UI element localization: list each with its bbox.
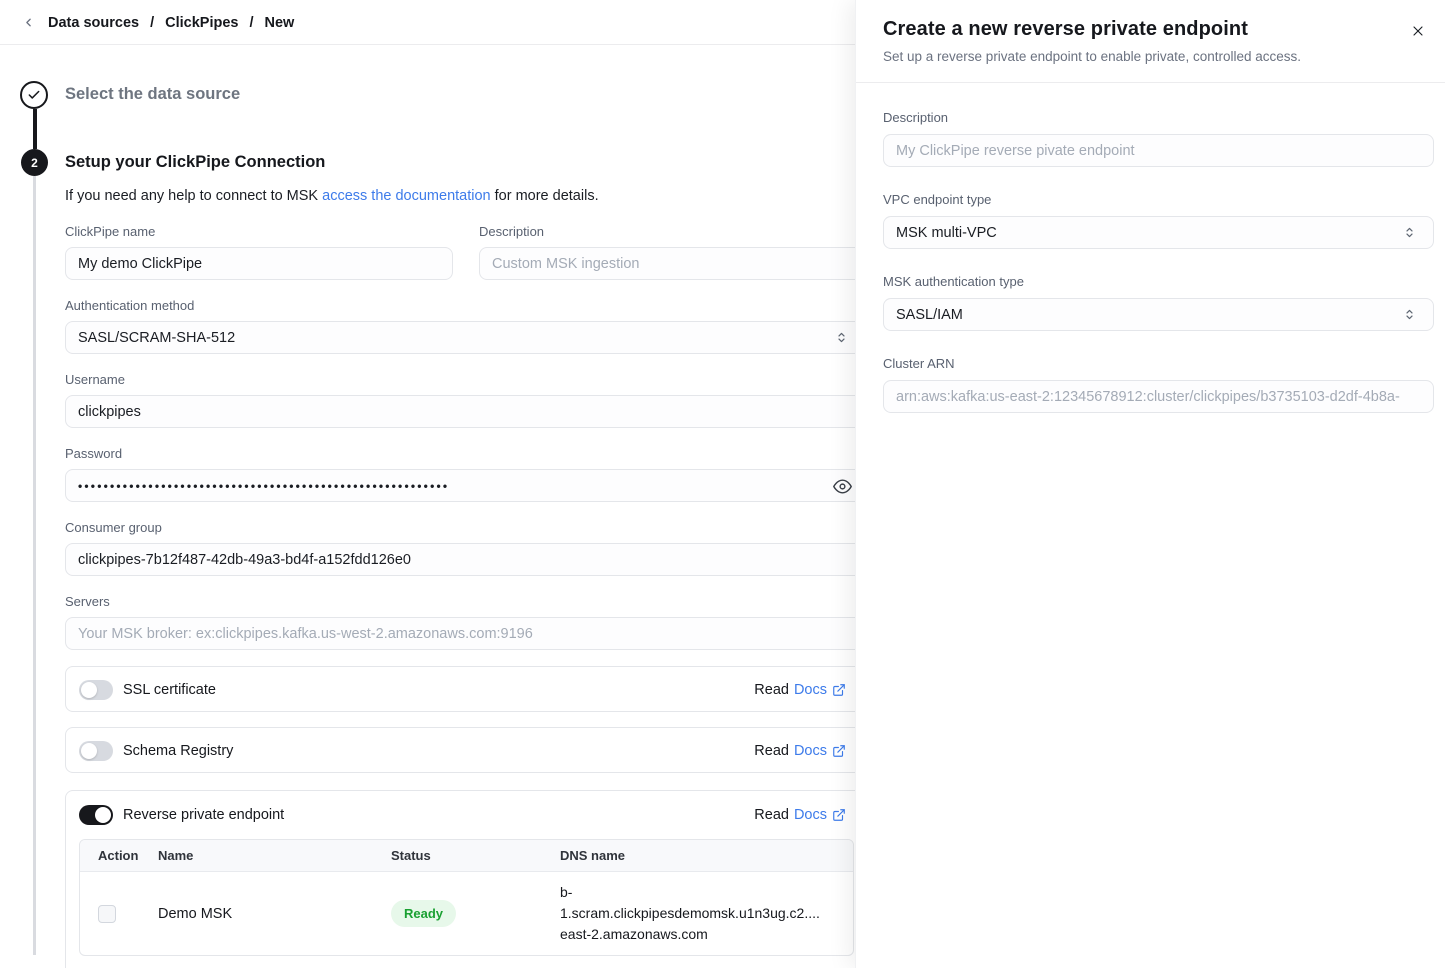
msk-auth-type-select[interactable]: SASL/IAM xyxy=(883,298,1434,331)
schema-read-docs: Read Docs xyxy=(754,728,846,774)
docs-link[interactable]: Docs xyxy=(794,682,827,698)
consumer-group-input[interactable] xyxy=(65,543,866,576)
ssl-certificate-label: SSL certificate xyxy=(123,682,216,698)
docs-link[interactable]: Docs xyxy=(794,743,827,759)
reverse-endpoint-toggle[interactable] xyxy=(79,805,113,825)
read-label: Read xyxy=(754,807,789,823)
column-header-status: Status xyxy=(391,848,560,863)
ssl-read-docs: Read Docs xyxy=(754,667,846,713)
column-header-dns-name: DNS name xyxy=(560,848,853,863)
close-icon xyxy=(1410,23,1426,39)
help-text-suffix: for more details. xyxy=(491,188,599,204)
msk-auth-type-label: MSK authentication type xyxy=(883,274,1024,289)
check-icon xyxy=(27,88,41,102)
msk-auth-type-value: SASL/IAM xyxy=(896,307,963,323)
docs-link[interactable]: Docs xyxy=(794,807,827,823)
panel-subtitle: Set up a reverse private endpoint to ena… xyxy=(883,49,1301,64)
panel-title: Create a new reverse private endpoint xyxy=(883,18,1248,41)
reverse-private-endpoint-card: Reverse private endpoint Read Docs Actio… xyxy=(65,790,866,968)
breadcrumb-separator: / xyxy=(249,15,253,31)
cluster-arn-label: Cluster ARN xyxy=(883,356,955,371)
servers-input[interactable] xyxy=(65,617,866,650)
dns-line: east-2.amazonaws.com xyxy=(560,924,845,945)
clickpipe-name-input[interactable] xyxy=(65,247,453,280)
consumer-group-label: Consumer group xyxy=(65,520,162,535)
schema-registry-toggle[interactable] xyxy=(79,741,113,761)
column-header-name: Name xyxy=(158,848,391,863)
vpc-endpoint-type-label: VPC endpoint type xyxy=(883,192,991,207)
chevron-up-down-icon xyxy=(1402,307,1417,322)
dns-line: 1.scram.clickpipesdemomsk.u1n3ug.c2.... xyxy=(560,903,845,924)
schema-registry-row: Schema Registry Read Docs xyxy=(66,728,865,774)
row-select-checkbox[interactable] xyxy=(98,905,116,923)
description-input[interactable] xyxy=(479,247,866,280)
schema-registry-card: Schema Registry Read Docs xyxy=(65,727,866,773)
read-label: Read xyxy=(754,743,789,759)
external-link-icon[interactable] xyxy=(832,744,846,758)
stepper-connector-pending xyxy=(33,176,36,955)
eye-icon xyxy=(833,477,852,496)
show-password-button[interactable] xyxy=(831,475,853,497)
ssl-certificate-card: SSL certificate Read Docs xyxy=(65,666,866,712)
auth-method-label: Authentication method xyxy=(65,298,194,313)
breadcrumb-item-data-sources[interactable]: Data sources xyxy=(48,15,139,31)
reverse-endpoint-row: Reverse private endpoint Read Docs xyxy=(66,791,865,839)
toggle-knob xyxy=(95,807,111,823)
vpc-endpoint-type-select[interactable]: MSK multi-VPC xyxy=(883,216,1434,249)
help-text-prefix: If you need any help to connect to MSK xyxy=(65,188,322,204)
breadcrumb-bar: Data sources / ClickPipes / New xyxy=(0,0,855,45)
reverse-endpoint-label: Reverse private endpoint xyxy=(123,807,284,823)
panel-description-label: Description xyxy=(883,110,948,125)
cluster-arn-input[interactable] xyxy=(883,380,1434,413)
column-header-action: Action xyxy=(98,848,158,863)
schema-registry-label: Schema Registry xyxy=(123,743,233,759)
vpc-endpoint-type-value: MSK multi-VPC xyxy=(896,225,997,241)
dns-line: b- xyxy=(560,882,845,903)
endpoints-table-header: Action Name Status DNS name xyxy=(80,840,853,872)
clickpipes-setup-page: Data sources / ClickPipes / New 2 Select… xyxy=(0,0,1445,968)
password-label: Password xyxy=(65,446,122,461)
back-button[interactable] xyxy=(18,12,38,32)
table-row: Demo MSK Ready b- 1.scram.clickpipesdemo… xyxy=(80,872,853,955)
step-2-indicator: 2 xyxy=(21,149,48,176)
password-input[interactable] xyxy=(65,469,866,502)
ssl-certificate-row: SSL certificate Read Docs xyxy=(66,667,865,713)
clickpipe-name-label: ClickPipe name xyxy=(65,224,155,239)
read-label: Read xyxy=(754,682,789,698)
step-1-complete-indicator xyxy=(20,81,48,109)
help-text: If you need any help to connect to MSK a… xyxy=(65,188,599,204)
username-label: Username xyxy=(65,372,125,387)
servers-label: Servers xyxy=(65,594,110,609)
breadcrumb: Data sources / ClickPipes / New xyxy=(48,0,294,45)
endpoint-name-cell: Demo MSK xyxy=(158,906,391,922)
step-1-label: Select the data source xyxy=(65,85,240,104)
chevron-up-down-icon xyxy=(834,330,849,345)
username-input[interactable] xyxy=(65,395,866,428)
reverse-read-docs: Read Docs xyxy=(754,791,846,839)
create-endpoint-panel: Create a new reverse private endpoint Se… xyxy=(855,0,1445,968)
ssl-certificate-toggle[interactable] xyxy=(79,680,113,700)
auth-method-value: SASL/SCRAM-SHA-512 xyxy=(78,330,235,346)
auth-method-select[interactable]: SASL/SCRAM-SHA-512 xyxy=(65,321,866,354)
documentation-link[interactable]: access the documentation xyxy=(322,188,490,204)
step-2-title: Setup your ClickPipe Connection xyxy=(65,153,325,172)
dns-name-cell: b- 1.scram.clickpipesdemomsk.u1n3ug.c2..… xyxy=(560,882,853,945)
status-badge: Ready xyxy=(391,900,456,927)
breadcrumb-item-new: New xyxy=(264,15,294,31)
panel-header-divider xyxy=(856,82,1445,83)
close-panel-button[interactable] xyxy=(1404,17,1432,45)
toggle-knob xyxy=(81,682,97,698)
external-link-icon[interactable] xyxy=(832,808,846,822)
panel-description-input[interactable] xyxy=(883,134,1434,167)
breadcrumb-item-clickpipes[interactable]: ClickPipes xyxy=(165,15,238,31)
toggle-knob xyxy=(81,743,97,759)
breadcrumb-separator: / xyxy=(150,15,154,31)
endpoints-table: Action Name Status DNS name Demo MSK Rea… xyxy=(79,839,854,956)
description-label: Description xyxy=(479,224,544,239)
chevron-up-down-icon xyxy=(1402,225,1417,240)
stepper-connector-done xyxy=(33,109,37,149)
external-link-icon[interactable] xyxy=(832,683,846,697)
chevron-left-icon xyxy=(22,16,35,29)
